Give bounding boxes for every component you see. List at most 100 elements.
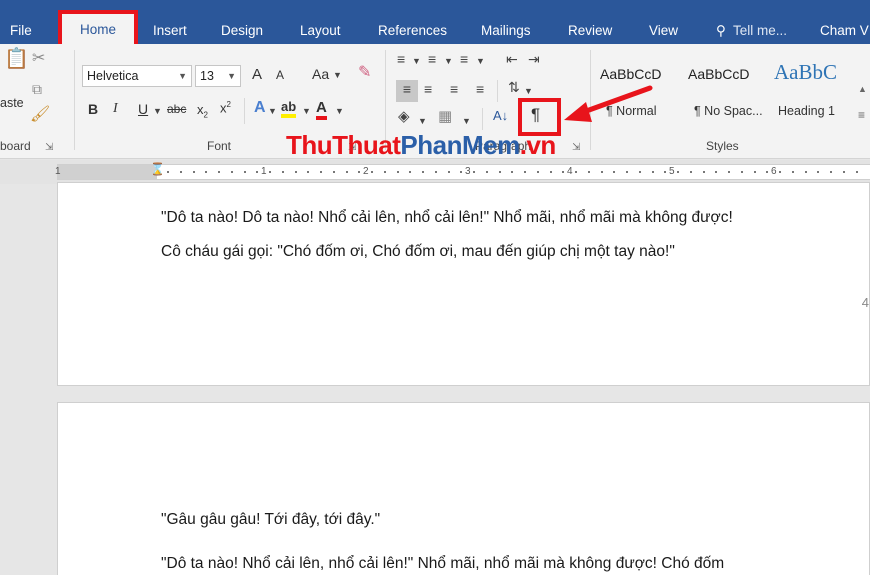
user-account[interactable]: Cham V <box>820 17 869 44</box>
ruler-tick <box>715 171 718 173</box>
chevron-down-icon[interactable]: ▼ <box>302 102 311 120</box>
chevron-down-icon[interactable]: ▼ <box>444 52 453 70</box>
indent-marker-icon[interactable]: ⌛ <box>150 160 165 178</box>
tab-references[interactable]: References <box>378 17 447 44</box>
tab-layout[interactable]: Layout <box>300 17 341 44</box>
show-hide-paragraph-button[interactable]: ¶ <box>531 105 540 125</box>
ruler-tick <box>549 171 552 173</box>
strikethrough-button[interactable]: abc <box>167 102 186 116</box>
change-case-button[interactable]: Aa <box>312 66 329 82</box>
dialog-launcher-icon[interactable]: ⇲ <box>45 139 53 157</box>
ruler-tick <box>383 171 386 173</box>
increase-indent-icon[interactable]: ⇥ <box>528 50 540 68</box>
tab-design[interactable]: Design <box>221 17 263 44</box>
font-color-button[interactable]: A <box>316 99 327 120</box>
chevron-down-icon[interactable]: ▼ <box>335 102 344 120</box>
style-heading-1[interactable]: AaBbC Heading 1 <box>772 52 856 134</box>
tab-mailings[interactable]: Mailings <box>481 17 531 44</box>
ruler-number: 1 <box>55 166 61 177</box>
annotation-arrow <box>564 85 653 122</box>
style-no-spacing[interactable]: AaBbCcD ¶ No Spac... <box>688 52 778 134</box>
format-painter-icon[interactable]: 🖌 <box>30 106 50 124</box>
text-effects-button[interactable]: A <box>254 99 266 117</box>
chevron-down-icon[interactable]: ▼ <box>418 112 427 130</box>
cut-icon[interactable]: ✂ <box>32 50 45 68</box>
paste-icon[interactable]: 📋 <box>4 49 29 69</box>
font-group-label: Font <box>207 139 232 153</box>
ruler-tick <box>638 171 641 173</box>
ruler-tick <box>575 171 577 173</box>
document-page[interactable]: "Gâu gâu gâu! Tới đây, tới đây." "Dô ta … <box>57 402 870 575</box>
superscript-button[interactable]: x2 <box>220 100 231 115</box>
clear-formatting-icon[interactable]: ✎ <box>358 64 371 82</box>
ruler-tick <box>281 171 284 173</box>
ruler-tick <box>677 171 679 173</box>
chevron-down-icon[interactable]: ▼ <box>524 82 533 100</box>
line-spacing-icon[interactable]: ⇅ <box>508 78 520 96</box>
ruler-tick <box>422 171 424 173</box>
grow-font-button[interactable]: A <box>252 66 262 83</box>
copy-icon[interactable]: ⧉ <box>32 80 42 98</box>
lightbulb-icon: ⚲ <box>716 23 726 38</box>
document-page[interactable]: "Dô ta nào! Dô ta nào! Nhổ cải lên, nhổ … <box>57 182 870 386</box>
font-size-select[interactable]: 13 ▼ <box>195 65 241 87</box>
ruler-tick <box>779 171 781 173</box>
watermark-part-3: .vn <box>519 130 557 160</box>
styles-group-label: Styles <box>706 139 739 153</box>
sort-button[interactable]: A↓ <box>493 108 508 123</box>
tab-home[interactable]: Home <box>62 13 134 44</box>
tell-me-search[interactable]: Tell me... <box>733 17 787 44</box>
align-right-icon[interactable]: ≡ <box>450 80 458 98</box>
styles-scroll-up-icon[interactable]: ▲ <box>858 80 867 98</box>
chevron-down-icon[interactable]: ▼ <box>333 66 342 84</box>
horizontal-ruler: ⌛ 1 1 2 3 4 5 6 <box>0 160 870 184</box>
highlight-button[interactable]: ab <box>281 99 297 118</box>
ruler-tick <box>192 171 195 173</box>
decrease-indent-icon[interactable]: ⇤ <box>506 50 518 68</box>
subscript-button[interactable]: x2 <box>197 102 208 120</box>
styles-more-icon[interactable]: ≡ <box>858 106 865 124</box>
shading-icon[interactable]: ◈ <box>398 108 410 126</box>
paste-button-label[interactable]: aste <box>0 96 24 110</box>
dialog-launcher-icon[interactable]: ⇲ <box>572 139 580 157</box>
chevron-down-icon[interactable]: ▼ <box>412 52 421 70</box>
tab-file[interactable]: File <box>10 17 32 44</box>
ruler-tick <box>485 171 488 173</box>
clipboard-group-label: board <box>0 139 31 153</box>
chevron-down-icon[interactable]: ▼ <box>462 112 471 130</box>
ruler-tick <box>179 171 182 173</box>
paragraph-line: "Dô ta nào! Nhổ cải lên, nhổ cải lên!" N… <box>161 555 725 572</box>
bullets-icon[interactable]: ≡ <box>397 50 405 68</box>
chevron-down-icon[interactable]: ▼ <box>268 102 277 120</box>
ruler-tick <box>753 171 756 173</box>
style-preview-text: AaBbCcD <box>688 66 750 82</box>
tab-view[interactable]: View <box>649 17 678 44</box>
align-left-icon[interactable]: ≡ <box>396 80 418 102</box>
tab-review[interactable]: Review <box>568 17 612 44</box>
ruler-tick <box>498 171 501 173</box>
ruler-number: 1 <box>261 166 267 177</box>
numbering-icon[interactable]: ≡ <box>428 50 436 68</box>
ruler-number: 6 <box>771 166 777 177</box>
chevron-down-icon[interactable]: ▼ <box>476 52 485 70</box>
font-family-select[interactable]: Helvetica ▼ <box>82 65 192 87</box>
ruler-tick <box>332 171 335 173</box>
ruler-tick <box>524 171 526 173</box>
ruler-tick <box>817 171 820 173</box>
italic-button[interactable]: I <box>113 101 118 117</box>
tab-insert[interactable]: Insert <box>153 17 187 44</box>
ruler-tick <box>830 171 832 173</box>
style-name-label: Heading 1 <box>778 104 835 118</box>
shrink-font-button[interactable]: A <box>276 68 284 82</box>
chevron-down-icon[interactable]: ▼ <box>153 102 162 120</box>
borders-icon[interactable]: ▦ <box>438 108 452 126</box>
justify-icon[interactable]: ≡ <box>476 80 484 98</box>
multilevel-list-icon[interactable]: ≡ <box>460 50 468 68</box>
ruler-tick <box>434 171 437 173</box>
ruler-tick <box>294 171 297 173</box>
ruler-tick <box>447 171 450 173</box>
ruler-tick <box>702 171 705 173</box>
align-center-icon[interactable]: ≡ <box>424 80 432 98</box>
underline-button[interactable]: U <box>138 101 148 117</box>
bold-button[interactable]: B <box>88 101 98 117</box>
